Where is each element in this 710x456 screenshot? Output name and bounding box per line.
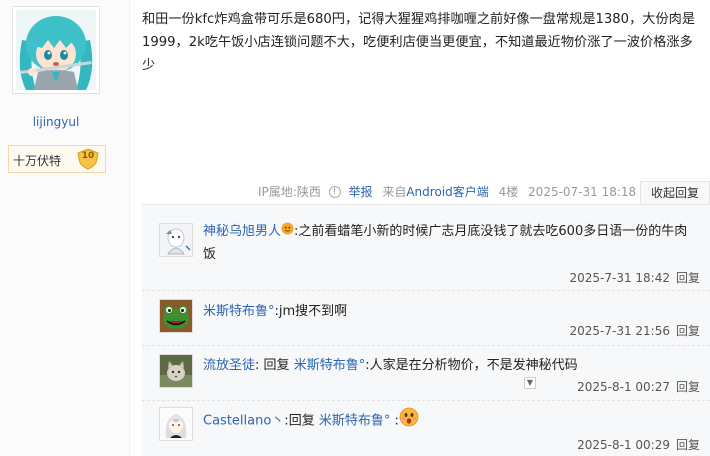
- ip-location: IP属地:陕西: [258, 185, 321, 199]
- reply-separator: :: [255, 358, 260, 373]
- reply-meta: 2025-8-1 00:29 回复: [577, 436, 700, 453]
- author-avatar[interactable]: [12, 6, 100, 94]
- post-body: 和田一份kfc炸鸡盒带可乐是680円，记得大猩猩鸡排咖喱之前好像一盘常规是138…: [142, 12, 696, 73]
- list-item: 流放圣徒: 回复 米斯特布鲁°:人家是在分析物价，不是发神秘代码 2025-8-…: [142, 346, 710, 401]
- sub-reply-content: 神秘乌旭男人:之前看蜡笔小新的时候广志月底没钱了就去吃600多日语一份的牛肉饭: [203, 220, 693, 266]
- reply-to-user[interactable]: 米斯特布鲁°: [319, 414, 391, 429]
- reply-time: 2025-8-1 00:27: [577, 380, 670, 394]
- post-meta: IP属地:陕西 ! 举报 来自Android客户端 4楼 2025-07-31 …: [258, 183, 636, 201]
- list-item: Castellano丶:回复 米斯特布鲁° : 2025-8-1 00:29 回复: [142, 401, 710, 456]
- reply-time: 2025-7-31 18:42: [569, 271, 670, 285]
- sub-reply-content: Castellano丶:回复 米斯特布鲁° :: [203, 407, 693, 435]
- reply-button[interactable]: 回复: [676, 438, 700, 452]
- level-shield-icon: 10: [76, 148, 100, 170]
- author-username[interactable]: lijingyul: [0, 115, 112, 129]
- cat-avatar-icon: [160, 355, 192, 387]
- reply-prefix: 回复: [288, 413, 315, 429]
- sub-reply-list: 神秘乌旭男人:之前看蜡笔小新的时候广志月底没钱了就去吃600多日语一份的牛肉饭 …: [142, 204, 710, 456]
- client-prefix: 来自: [382, 185, 407, 199]
- level-title: 十万伏特: [13, 154, 62, 168]
- avatar[interactable]: [159, 354, 193, 388]
- author-sidebar: lijingyul 十万伏特 10: [0, 0, 130, 456]
- reply-to-user[interactable]: 米斯特布鲁°: [294, 358, 366, 373]
- reply-text: 人家是在分析物价，不是发神秘代码: [369, 358, 578, 373]
- reply-prefix: 回复: [263, 358, 290, 373]
- silver-hair-character-avatar-icon: [160, 408, 192, 440]
- reply-text: jm搜不到啊: [278, 304, 348, 319]
- sub-reply-content: 米斯特布鲁°:jm搜不到啊: [203, 300, 693, 323]
- reply-username[interactable]: 神秘乌旭男人: [203, 224, 281, 239]
- reply-button[interactable]: 回复: [676, 271, 700, 285]
- report-link[interactable]: 举报: [348, 183, 372, 200]
- avatar[interactable]: [159, 407, 193, 441]
- collapse-reply-button[interactable]: 收起回复: [640, 181, 710, 205]
- green-frog-avatar-icon: [160, 300, 192, 332]
- level-number: 10: [81, 151, 95, 161]
- report-icon[interactable]: !: [328, 185, 341, 198]
- reply-meta: 2025-8-1 00:27 回复: [577, 378, 700, 395]
- reply-button[interactable]: 回复: [676, 380, 700, 394]
- anime-avatar-icon: [16, 10, 96, 90]
- reply-time: 2025-8-1 00:29: [577, 438, 670, 452]
- reply-button[interactable]: 回复: [676, 324, 700, 338]
- post-datetime: 2025-07-31 18:18: [528, 184, 637, 199]
- list-item: 米斯特布鲁°:jm搜不到啊 2025-7-31 21:56 回复: [142, 291, 710, 346]
- reply-username[interactable]: Castellano丶: [203, 414, 284, 429]
- chevron-down-icon[interactable]: ▼: [524, 377, 536, 389]
- avatar[interactable]: [159, 223, 193, 257]
- surprised-face-emoji-icon: [399, 407, 419, 435]
- sub-reply-content: 流放圣徒: 回复 米斯特布鲁°:人家是在分析物价，不是发神秘代码: [203, 354, 693, 377]
- smiley-emoji-icon: [281, 220, 294, 243]
- member-level-badge[interactable]: 十万伏特 10: [8, 145, 106, 173]
- reply-meta: 2025-7-31 18:42 回复: [569, 269, 700, 286]
- reply-username[interactable]: 米斯特布鲁°: [203, 304, 275, 319]
- white-character-avatar-icon: [160, 224, 192, 256]
- floor-number: 4楼: [498, 185, 519, 199]
- avatar[interactable]: [159, 299, 193, 333]
- client-link[interactable]: Android客户端: [406, 183, 488, 200]
- reply-username[interactable]: 流放圣徒: [203, 358, 255, 373]
- reply-time: 2025-7-31 21:56: [569, 324, 670, 338]
- reply-meta: 2025-7-31 21:56 回复: [569, 322, 700, 339]
- list-item: 神秘乌旭男人:之前看蜡笔小新的时候广志月底没钱了就去吃600多日语一份的牛肉饭 …: [142, 205, 710, 291]
